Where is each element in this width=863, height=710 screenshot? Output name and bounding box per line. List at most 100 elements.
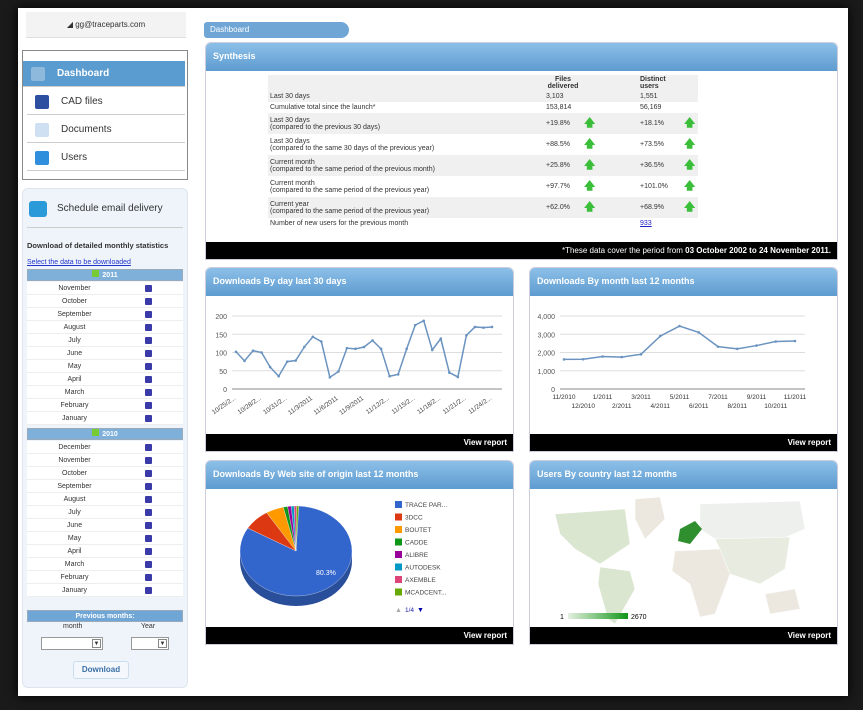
month-select[interactable]: ▼: [41, 637, 103, 650]
documents-icon: [35, 123, 49, 137]
save-icon[interactable]: [145, 337, 152, 344]
save-icon[interactable]: [145, 470, 152, 477]
data-point: [439, 337, 443, 340]
save-icon[interactable]: [145, 311, 152, 318]
legend-swatch: [395, 526, 402, 533]
save-icon[interactable]: [145, 389, 152, 396]
data-point: [362, 345, 366, 349]
download-button[interactable]: Download: [73, 661, 129, 679]
save-icon[interactable]: [145, 350, 152, 357]
table-row: Last 30 days 3,103 1,551: [268, 91, 698, 102]
data-point: [251, 349, 255, 352]
year-select[interactable]: ▼: [131, 637, 169, 650]
data-point: [473, 325, 477, 329]
synthesis-table: Files delivered Distinct users Last 30 day…: [268, 75, 698, 229]
select-data-link[interactable]: Select the data to be downloaded: [27, 259, 131, 266]
legend-next-page-icon: ▼: [417, 607, 424, 614]
month-row: December: [27, 441, 183, 454]
save-icon[interactable]: [145, 363, 152, 370]
legend-swatch: [395, 538, 402, 546]
column-header: Distinct users: [638, 75, 682, 91]
save-icon[interactable]: [145, 496, 152, 503]
table-row: Last 30 days (compared to the previous 30…: [268, 113, 698, 134]
save-icon[interactable]: [145, 285, 152, 292]
legend-swatch: [395, 563, 402, 571]
y-tick-label: 50: [219, 369, 227, 376]
data-line: [563, 325, 796, 361]
arrow-up-icon: 🡅: [584, 180, 596, 192]
data-point: [413, 323, 417, 327]
pie-slice-label: 80.3%: [316, 570, 336, 577]
data-point: [490, 325, 494, 329]
save-icon[interactable]: [145, 561, 152, 568]
data-point: [697, 331, 701, 334]
data-point: [302, 345, 306, 349]
legend-label: AXEMBLE: [405, 577, 436, 584]
table-row: Current month (compared to the same perio…: [268, 155, 698, 176]
nav-item-dashboard[interactable]: Dashboard: [23, 61, 185, 87]
app-window: ◢ gg@traceparts.com Dashboard CAD files Do…: [18, 8, 848, 696]
nav-item-cad-files[interactable]: CAD files: [27, 89, 185, 115]
save-icon[interactable]: [145, 522, 152, 529]
x-tick-label: 5/2011: [670, 394, 690, 401]
y-tick-label: 1,000: [537, 369, 555, 376]
data-point: [277, 374, 280, 378]
year-header: 2010: [27, 428, 183, 440]
schedule-email-link[interactable]: Schedule email delivery: [57, 203, 163, 214]
data-point: [294, 359, 298, 362]
download-title: Download of detailed monthly statistics: [27, 241, 169, 250]
save-icon[interactable]: [145, 548, 152, 555]
month-row: March: [27, 386, 183, 399]
breadcrumb[interactable]: Dashboard: [204, 22, 349, 38]
data-point: [430, 348, 434, 352]
year-header: 2011: [27, 269, 183, 281]
month-row: June: [27, 519, 183, 532]
save-icon[interactable]: [145, 298, 152, 305]
view-report-button[interactable]: View report: [206, 434, 513, 451]
data-point: [243, 359, 246, 363]
save-icon[interactable]: [145, 444, 152, 451]
map-legend-max: 2670: [631, 614, 647, 621]
save-icon[interactable]: [145, 587, 152, 594]
month-row: February: [27, 399, 183, 412]
view-report-button[interactable]: View report: [530, 434, 837, 451]
month-row: August: [27, 321, 183, 334]
nav-item-documents[interactable]: Documents: [27, 117, 185, 143]
save-icon[interactable]: [145, 402, 152, 409]
data-point: [345, 346, 349, 350]
panel-title: Downloads By month last 12 months: [530, 268, 837, 296]
data-point: [465, 334, 468, 337]
save-icon[interactable]: [145, 415, 152, 422]
data-point: [755, 344, 758, 347]
save-icon[interactable]: [145, 483, 152, 490]
data-point: [320, 340, 323, 343]
data-point: [735, 347, 739, 351]
chevron-down-icon: ▼: [92, 639, 101, 648]
data-point: [260, 351, 263, 354]
arrow-up-icon: 🡅: [684, 201, 696, 213]
save-icon[interactable]: [145, 376, 152, 383]
year-label: Year: [141, 623, 156, 630]
daily-downloads-panel: Downloads By day last 30 days 0 50 100 150 2…: [205, 267, 514, 452]
arrow-up-icon: 🡅: [684, 138, 696, 150]
month-row: September: [27, 308, 183, 321]
legend-label: 3DCC: [405, 515, 423, 522]
map-north-america: [554, 508, 631, 565]
data-point: [234, 350, 238, 354]
data-point: [285, 360, 289, 363]
view-report-button[interactable]: View report: [206, 627, 513, 644]
data-point: [482, 326, 485, 329]
save-icon[interactable]: [145, 535, 152, 542]
nav-item-users[interactable]: Users: [27, 145, 185, 171]
x-tick-label: 10/28/2...: [237, 395, 263, 416]
save-icon[interactable]: [145, 457, 152, 464]
month-row: January: [27, 412, 183, 425]
save-icon[interactable]: [145, 509, 152, 516]
monthly-downloads-panel: Downloads By month last 12 months 0 1,000…: [529, 267, 838, 452]
x-tick-label: 11/18/2...: [416, 395, 442, 416]
save-icon[interactable]: [145, 324, 152, 331]
legend-swatch: [395, 513, 402, 521]
new-users-link[interactable]: 933: [638, 218, 682, 229]
save-icon[interactable]: [145, 574, 152, 581]
view-report-button[interactable]: View report: [530, 627, 837, 644]
